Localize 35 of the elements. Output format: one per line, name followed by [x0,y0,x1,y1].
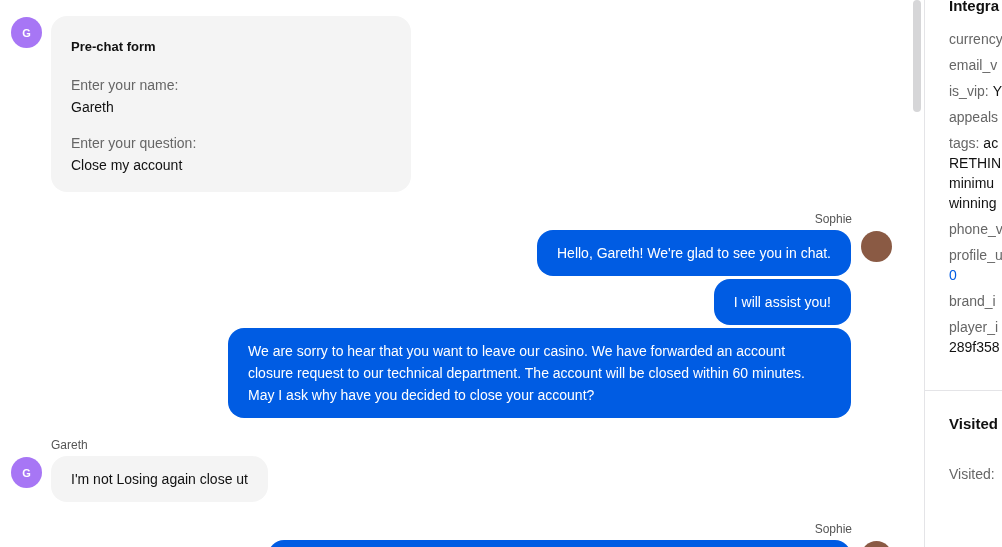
field-label: Enter your name: [71,76,180,95]
field-value: Y [992,83,1002,99]
avatar: G [11,457,42,488]
sender-name: Sophie [814,212,852,226]
avatar-photo [861,231,892,262]
field-value: Close my account [71,156,184,175]
message-bubble: I'm not Losing again close ut [51,456,268,502]
message-bubble: I will assist you! [713,279,851,325]
field-label: brand_i [949,293,996,309]
field-value: Gareth [71,98,115,117]
field-label: appeals [949,109,999,125]
scrollbar-thumb[interactable] [913,0,921,112]
form-title: Pre-chat form [71,38,157,56]
sender-name: Gareth [51,438,88,452]
avatar: G [11,17,42,48]
field-label: Enter your question: [71,134,198,153]
field-label: profile_u [949,247,1002,263]
field-value: ac [983,135,999,151]
field-value: RETHIN [949,154,1002,173]
section-title: Visited [949,415,999,432]
field-link[interactable]: 0 [949,265,957,285]
field-label: Visited: [949,466,995,482]
message-bubble: Hello, Gareth! We're glad to see you in chat. [537,230,851,276]
field-label: currency [949,31,1002,47]
field-value: winning [949,194,998,213]
sender-name: Sophie [814,522,852,536]
field-label: player_i [949,319,999,335]
field-value: minimu [949,174,996,193]
field-value: 289f358 [949,338,1001,357]
message-bubble: We are sorry to hear that you want to leave our casino. We have forwarded an account closure request to our technical department. The account will be closed within 60 minutes. May I ask why have you decided to close your account? [228,328,851,418]
section-title: Integra [949,0,1000,14]
field-label: is_vip: [949,83,989,99]
field-label: email_v [949,57,998,73]
field-label: tags: [949,135,980,151]
field-label: phone_v [949,221,1002,237]
